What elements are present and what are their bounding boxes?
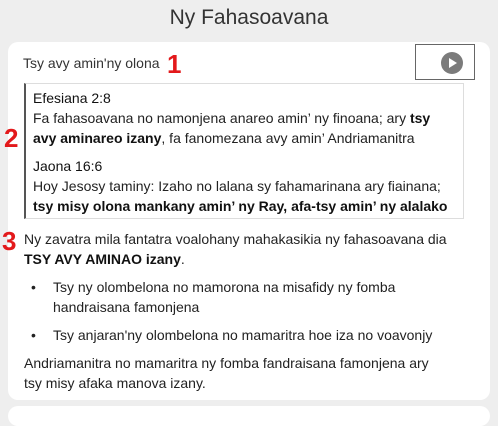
verse-1-line-2: avy aminareo izany, fa fanomezana avy am… bbox=[33, 130, 415, 146]
verse-2-line-1: Hoy Jesosy taminy: Izaho no lalana sy fa… bbox=[33, 178, 441, 194]
marker-2: 2 bbox=[4, 123, 19, 153]
intro-line-2: TSY AVY AMINAO izany. bbox=[24, 251, 185, 267]
verse-ref-1: Efesiana 2:8 bbox=[33, 90, 111, 106]
conclusion-line-1: Andriamanitra no mamaritra ny fomba fand… bbox=[24, 355, 429, 371]
marker-1: 1 bbox=[167, 49, 182, 79]
conclusion-line-2: tsy misy afaka manova izany. bbox=[24, 375, 206, 391]
verse-ref-2: Jaona 16:6 bbox=[33, 158, 103, 174]
verse-1-line-1: Fa fahasoavana no namonjena anareo amin’… bbox=[33, 110, 431, 126]
next-card bbox=[8, 406, 490, 426]
verse-2-line-2: tsy misy olona mankany amin’ ny Ray, afa… bbox=[33, 198, 448, 214]
bullet-2-line-1: Tsy anjaran'ny olombelona no mamaritra h… bbox=[53, 327, 433, 343]
card-title: Tsy avy amin'ny olona bbox=[23, 55, 160, 71]
play-circle-icon[interactable] bbox=[441, 52, 463, 74]
intro-line-1: Ny zavatra mila fantatra voalohany mahak… bbox=[24, 231, 447, 247]
bullet-dot: • bbox=[31, 327, 36, 343]
page-title: Ny Fahasoavana bbox=[169, 6, 329, 29]
bullet-dot: • bbox=[31, 279, 36, 295]
marker-3: 3 bbox=[2, 226, 17, 256]
bullet-1-line-1: Tsy ny olombelona no mamorona na misafid… bbox=[53, 279, 396, 295]
bullet-1-line-2: handraisana famonjena bbox=[53, 299, 200, 315]
